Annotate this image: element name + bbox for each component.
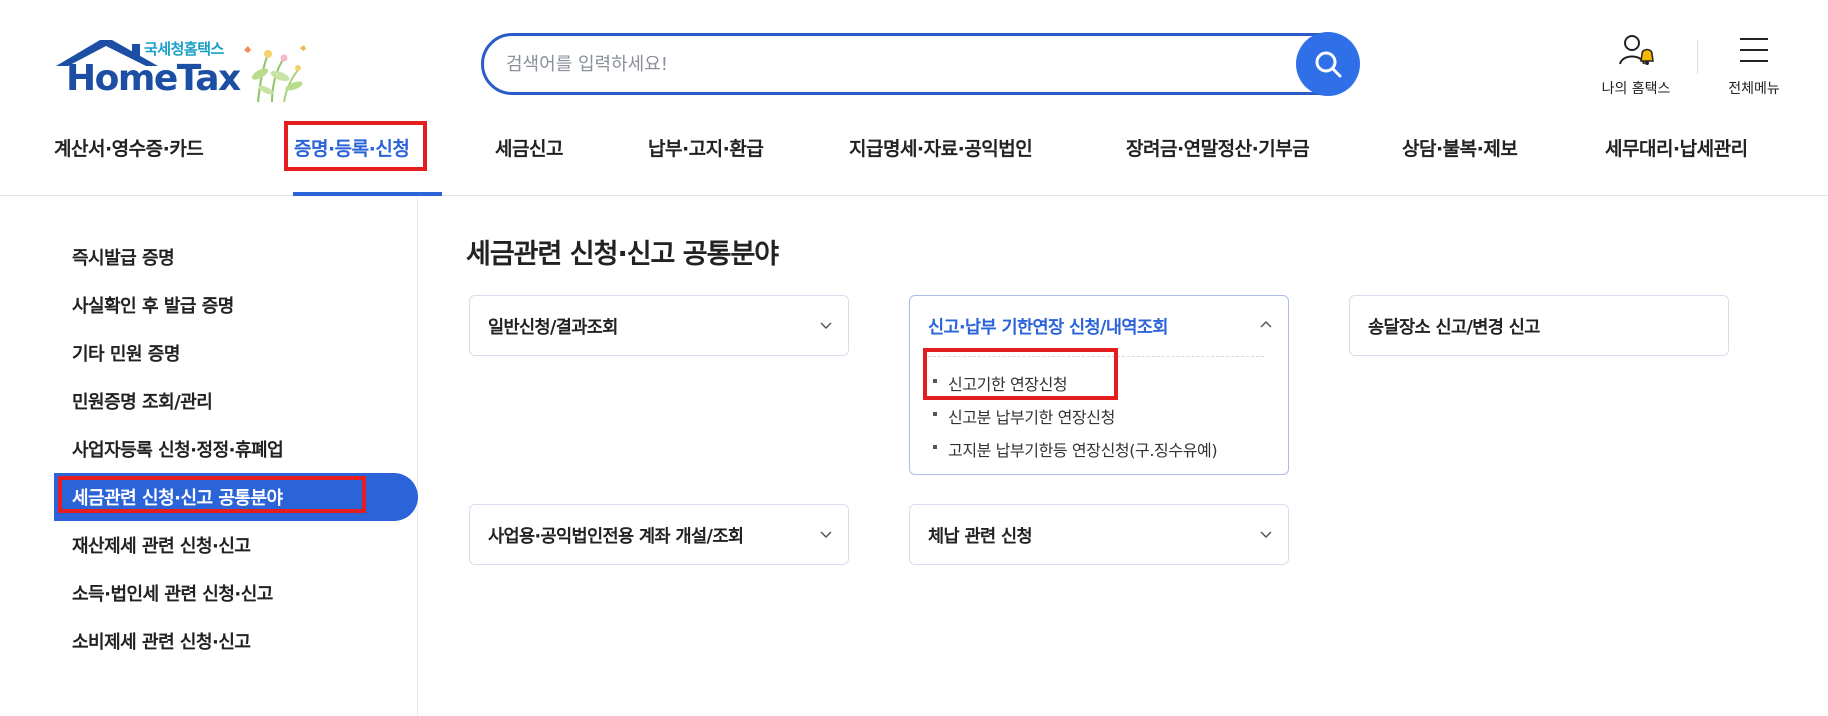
gnb-item-label: 상담·불복·제보 — [1402, 138, 1518, 160]
chevron-down-icon — [773, 124, 787, 140]
chevron-down-icon — [573, 124, 587, 140]
page-title: 세금관련 신청·신고 공통분야 — [466, 239, 779, 270]
sub-item-notice-payment-extension[interactable]: 고지분 납부기한등 연장신청(구.징수유예) — [932, 437, 1218, 461]
sidebar-item-business-registration[interactable]: 사업자등록 신청·정정·휴폐업 — [72, 436, 284, 462]
gnb-item-label: 납부·고지·환급 — [648, 138, 764, 160]
chevron-down-icon — [213, 124, 227, 140]
gnb-item-consultation-appeal[interactable]: 상담·불복·제보 — [1402, 124, 1541, 196]
gnb-item-incentive-year-end[interactable]: 장려금·연말정산·기부금 — [1126, 124, 1333, 196]
logo-subtitle: 국세청홈택스 — [144, 40, 224, 58]
card-title: 체납 관련 신청 — [928, 527, 1033, 547]
search-bar — [481, 32, 1360, 96]
sidebar-item-instant-certificate[interactable]: 즉시발급 증명 — [72, 244, 175, 270]
sub-item-filing-deadline-extension[interactable]: 신고기한 연장신청 — [932, 371, 1068, 395]
sidebar-item-consumption-tax[interactable]: 소비제세 관련 신청·신고 — [72, 628, 251, 654]
search-icon — [1315, 51, 1342, 78]
gnb-item-payment-statement[interactable]: 지급명세·자료·공익법인 — [849, 124, 1056, 196]
card-general-application[interactable]: 일반신청/결과조회 — [469, 295, 849, 356]
gnb-item-invoice-receipt-card[interactable]: 계산서·영수증·카드 — [54, 124, 227, 196]
chevron-down-icon — [820, 322, 832, 330]
my-hometax-label: 나의 홈택스 — [1601, 81, 1671, 97]
all-menu-label: 전체메뉴 — [1728, 81, 1780, 97]
my-hometax-button[interactable]: 나의 홈택스 — [1588, 32, 1684, 98]
gnb-item-tax-filing[interactable]: 세금신고 — [495, 124, 587, 196]
chevron-up-icon[interactable] — [1260, 320, 1272, 328]
search-input[interactable] — [506, 49, 1266, 79]
search-button[interactable] — [1296, 32, 1360, 96]
sub-item-payment-deadline-extension[interactable]: 신고분 납부기한 연장신청 — [933, 404, 1115, 428]
sidebar-item-certificate-management[interactable]: 민원증명 조회/관리 — [72, 388, 213, 414]
active-tab-indicator — [293, 192, 442, 196]
gnb-item-label: 증명·등록·신청 — [294, 138, 410, 160]
sidebar-item-property-tax[interactable]: 재산제세 관련 신청·신고 — [72, 532, 251, 558]
card-title: 사업용·공익법인전용 계좌 개설/조회 — [488, 527, 744, 547]
gnb-item-label: 지급명세·자료·공익법인 — [849, 138, 1033, 160]
card-business-account[interactable]: 사업용·공익법인전용 계좌 개설/조회 — [469, 504, 849, 565]
card-delinquency-application[interactable]: 체납 관련 신청 — [909, 504, 1289, 565]
user-bell-icon — [1619, 35, 1654, 65]
chevron-down-icon — [820, 531, 832, 539]
logo-wordmark: HomeTax — [66, 58, 241, 99]
hometax-logo[interactable]: 국세청홈택스 HomeTax — [54, 36, 314, 108]
card-divider — [928, 356, 1264, 357]
chevron-down-icon — [1042, 124, 1056, 140]
card-deadline-extension: 신고·납부 기한연장 신청/내역조회 신고기한 연장신청 신고분 납부기한 연장… — [909, 295, 1289, 475]
chevron-down-icon — [1758, 124, 1772, 140]
gnb-item-certificate-registration[interactable]: 증명·등록·신청 — [294, 124, 431, 196]
sidebar-item-tax-common-label: 세금관련 신청·신고 공통분야 — [72, 488, 283, 509]
sidebar-item-other-civil-certificate[interactable]: 기타 민원 증명 — [72, 340, 180, 366]
sidebar-item-verified-certificate[interactable]: 사실확인 후 발급 증명 — [72, 292, 234, 318]
card-title[interactable]: 신고·납부 기한연장 신청/내역조회 — [928, 314, 1168, 339]
sidebar-item-income-corporate-tax[interactable]: 소득·법인세 관련 신청·신고 — [72, 580, 273, 606]
gnb-item-label: 계산서·영수증·카드 — [54, 138, 204, 160]
card-delivery-address[interactable]: 송달장소 신고/변경 신고 — [1349, 295, 1729, 356]
card-title: 송달장소 신고/변경 신고 — [1368, 318, 1540, 338]
gnb-item-tax-agent[interactable]: 세무대리·납세관리 — [1605, 124, 1772, 196]
flower-decoration-icon — [244, 45, 306, 103]
chevron-up-icon — [417, 124, 431, 140]
hamburger-menu-icon — [1740, 38, 1768, 62]
gnb-item-label: 세금신고 — [495, 138, 563, 160]
site-header: 국세청홈택스 HomeTax 검색어를 입력하세요! 나의 홈택스 전체메뉴 계… — [0, 0, 1828, 196]
chevron-down-icon — [1527, 124, 1541, 140]
chevron-down-icon — [1319, 124, 1333, 140]
chevron-down-icon — [1260, 531, 1272, 539]
card-title: 일반신청/결과조회 — [488, 318, 618, 338]
util-divider — [1697, 40, 1698, 74]
gnb-item-label: 세무대리·납세관리 — [1605, 138, 1748, 160]
all-menu-button[interactable]: 전체메뉴 — [1706, 32, 1802, 98]
gnb-item-label: 장려금·연말정산·기부금 — [1126, 138, 1310, 160]
gnb-item-payment-refund[interactable]: 납부·고지·환급 — [648, 124, 787, 196]
